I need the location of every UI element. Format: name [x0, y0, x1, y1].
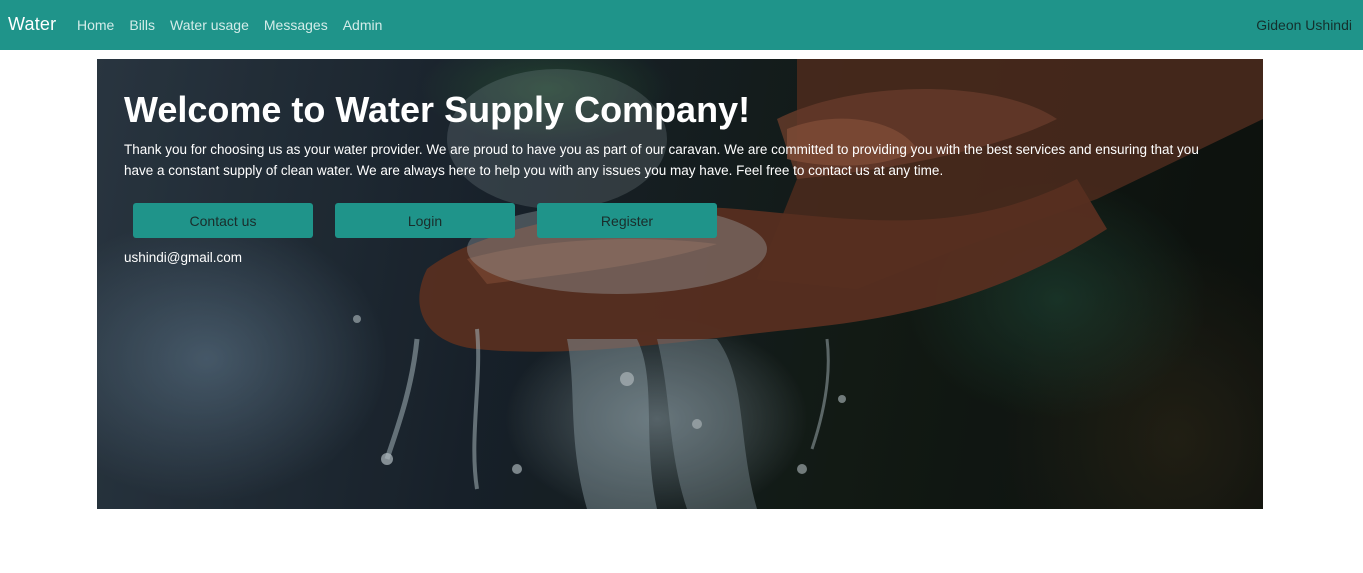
- nav-link-admin[interactable]: Admin: [343, 17, 383, 33]
- login-button[interactable]: Login: [335, 203, 515, 238]
- nav-links: Home Bills Water usage Messages Admin: [77, 17, 397, 33]
- contact-us-button[interactable]: Contact us: [133, 203, 313, 238]
- hero-banner: Welcome to Water Supply Company! Thank y…: [97, 59, 1263, 509]
- register-button[interactable]: Register: [537, 203, 717, 238]
- top-navbar: Water Home Bills Water usage Messages Ad…: [0, 0, 1363, 50]
- contact-email: ushindi@gmail.com: [124, 250, 242, 265]
- nav-link-messages[interactable]: Messages: [264, 17, 328, 33]
- user-name[interactable]: Gideon Ushindi: [1256, 17, 1352, 33]
- nav-link-bills[interactable]: Bills: [129, 17, 155, 33]
- hero-title: Welcome to Water Supply Company!: [124, 89, 751, 130]
- nav-link-water-usage[interactable]: Water usage: [170, 17, 249, 33]
- brand-logo[interactable]: Water: [8, 14, 56, 35]
- nav-link-home[interactable]: Home: [77, 17, 114, 33]
- hero-description: Thank you for choosing us as your water …: [124, 142, 1199, 178]
